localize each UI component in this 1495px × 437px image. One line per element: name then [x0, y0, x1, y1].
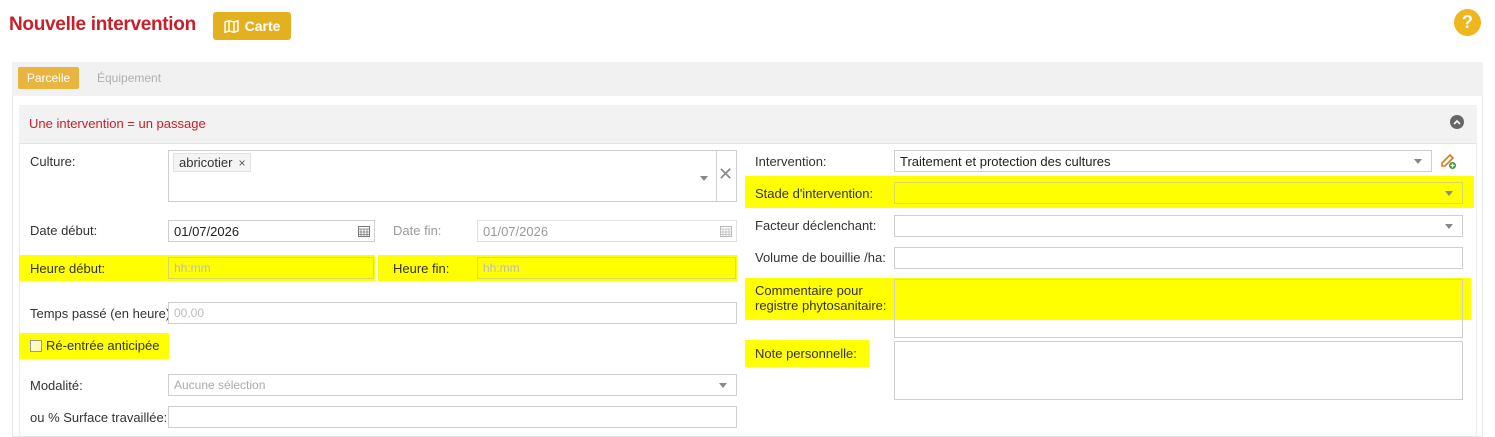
chevron-down-icon[interactable] [1414, 159, 1422, 164]
commentaire-label: Commentaire pour registre phytosanitaire… [755, 283, 887, 313]
chevron-down-icon[interactable] [1445, 191, 1453, 196]
culture-select[interactable]: ✕ [168, 150, 737, 202]
heure-debut-placeholder: hh:mm [174, 261, 211, 275]
date-fin-value: 01/07/2026 [483, 223, 549, 239]
modalite-label: Modalité: [30, 378, 83, 393]
reentree-checkbox[interactable] [30, 340, 42, 352]
date-debut-input[interactable]: 01/07/2026 [168, 220, 375, 242]
heure-fin-label: Heure fin: [393, 261, 450, 276]
panel-header[interactable] [19, 105, 1477, 144]
intervention-value: Traitement et protection des cultures [900, 153, 1111, 169]
temps-input[interactable]: 00,00 [168, 302, 737, 324]
intervention-select[interactable]: Traitement et protection des cultures [894, 150, 1432, 172]
help-icon[interactable]: ? [1454, 9, 1481, 36]
date-fin-label: Date fin: [393, 223, 442, 238]
clear-icon[interactable]: ✕ [718, 165, 733, 183]
reentree-label: Ré-entrée anticipée [46, 338, 160, 353]
chevron-down-icon[interactable] [700, 176, 708, 181]
commentaire-label-line1: Commentaire pour [755, 283, 863, 298]
date-fin-input[interactable]: 01/07/2026 [477, 220, 737, 242]
date-debut-value: 01/07/2026 [174, 223, 240, 239]
note-textarea[interactable] [894, 341, 1463, 400]
tab-bar [12, 62, 1483, 96]
tab-equipement[interactable]: Équipement [97, 71, 161, 85]
facteur-label: Facteur déclenchant: [755, 218, 877, 233]
heure-fin-input[interactable]: hh:mm [477, 257, 736, 279]
collapse-icon[interactable] [1450, 115, 1464, 129]
carte-label: Carte [244, 18, 281, 34]
chevron-down-icon[interactable] [719, 383, 727, 388]
date-debut-label: Date début: [30, 223, 98, 238]
commentaire-textarea[interactable] [894, 279, 1463, 338]
calendar-icon[interactable] [720, 226, 732, 237]
commentaire-label-line2: registre phytosanitaire: [755, 298, 887, 313]
note-label: Note personnelle: [755, 346, 857, 361]
culture-label: Culture: [30, 154, 76, 169]
panel-title: Une intervention = un passage [29, 116, 206, 131]
intervention-label: Intervention: [755, 154, 827, 169]
temps-placeholder: 00,00 [174, 306, 205, 320]
tag-remove-icon[interactable]: × [238, 156, 245, 170]
stade-select[interactable] [894, 182, 1463, 204]
modalite-value: Aucune sélection [174, 378, 266, 392]
heure-debut-input[interactable]: hh:mm [168, 257, 374, 279]
chevron-down-icon[interactable] [1445, 224, 1453, 229]
surface-input[interactable] [168, 406, 737, 428]
divider [716, 151, 717, 201]
facteur-select[interactable] [894, 215, 1463, 237]
heure-fin-placeholder: hh:mm [483, 261, 520, 275]
volume-input[interactable] [894, 247, 1463, 269]
stade-label: Stade d'intervention: [755, 186, 874, 201]
carte-button[interactable]: Carte [213, 12, 291, 40]
culture-tag: abricotier × [173, 153, 252, 172]
map-icon [223, 19, 239, 33]
calendar-icon[interactable] [358, 226, 370, 237]
temps-label: Temps passé (en heure): [30, 306, 174, 321]
page-title: Nouvelle intervention [9, 14, 196, 35]
culture-tag-label: abricotier [179, 155, 233, 170]
modalite-select[interactable]: Aucune sélection [168, 374, 737, 396]
tab-parcelle[interactable]: Parcelle [18, 67, 79, 89]
surface-label: ou % Surface travaillée: [30, 410, 168, 425]
heure-debut-label: Heure début: [30, 261, 106, 276]
edit-add-icon[interactable] [1439, 152, 1457, 170]
volume-label: Volume de bouillie /ha: [755, 250, 886, 265]
